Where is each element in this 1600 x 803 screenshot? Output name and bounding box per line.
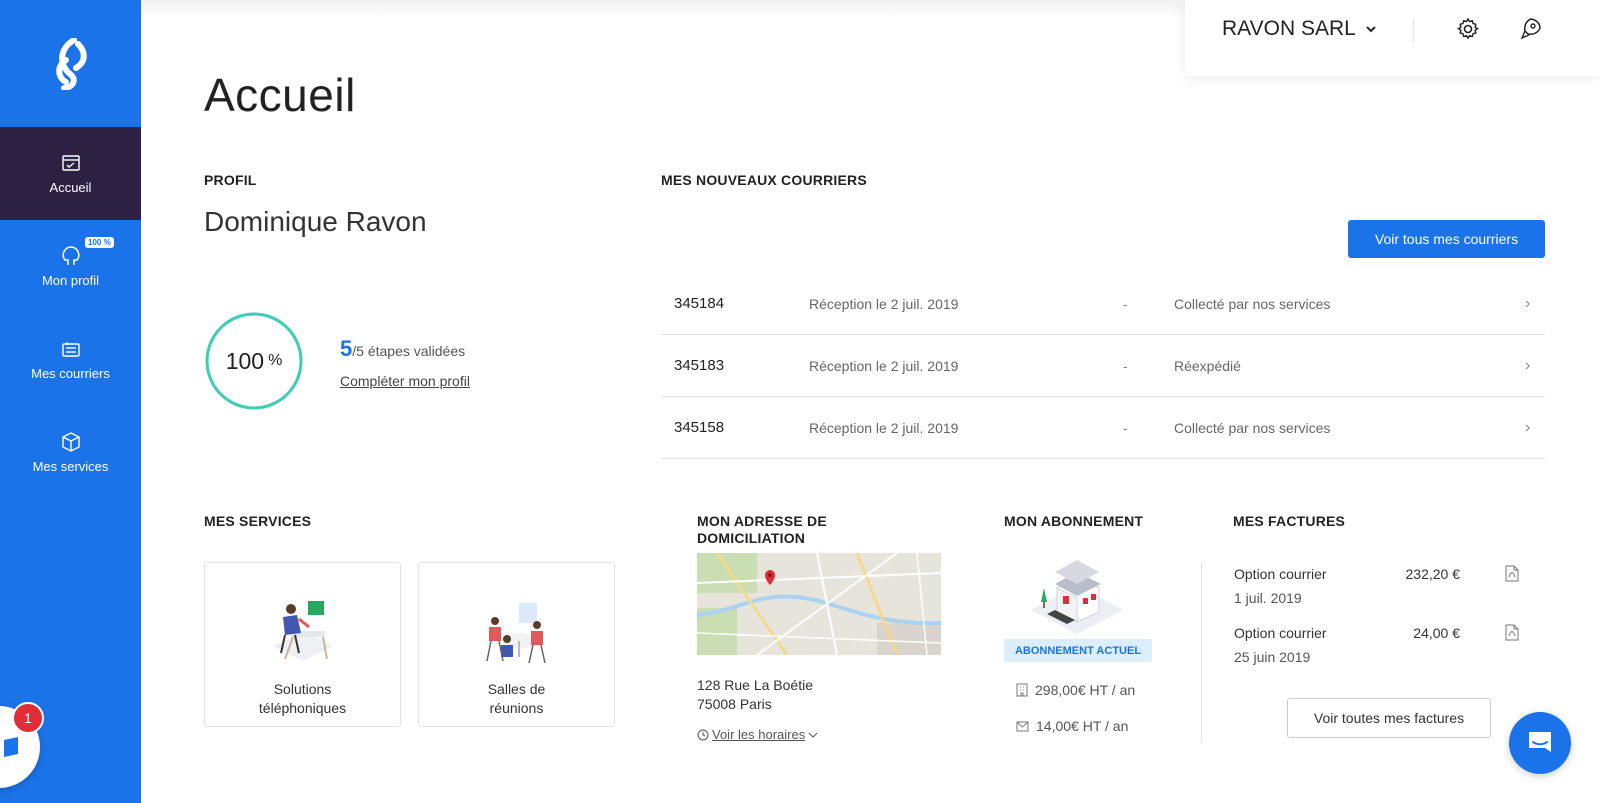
mail-status: Réexpédié: [1174, 357, 1241, 374]
company-selector[interactable]: RAVON SARL: [1222, 17, 1376, 41]
mail-separator: -: [1123, 419, 1128, 436]
invoice-label: Option courrier: [1234, 566, 1327, 582]
view-hours-label: Voir les horaires: [712, 727, 806, 742]
invoice-amount: 24,00 €: [1413, 625, 1460, 641]
chevron-down-icon: [808, 732, 818, 738]
pdf-icon[interactable]: [1505, 565, 1519, 582]
mail-row[interactable]: 345184 Réception le 2 juil. 2019 - Colle…: [661, 273, 1545, 335]
profile-section-title: PROFIL: [204, 172, 257, 188]
page-title: Accueil: [204, 69, 356, 121]
mail-separator: -: [1123, 357, 1128, 374]
sidebar-item-label: Mes services: [32, 459, 109, 474]
sidebar-item-label: Accueil: [49, 180, 92, 195]
mail-date: Réception le 2 juil. 2019: [809, 419, 959, 436]
divider: [1413, 18, 1414, 42]
subscription-illustration: [1031, 560, 1123, 634]
address-line2: 75008 Paris: [697, 696, 772, 712]
meeting-rooms-illustration: [486, 603, 546, 664]
address-text: 128 Rue La Boétie 75008 Paris: [697, 676, 813, 714]
sidebar: Accueil 100 % Mon profil Mes courriers M…: [0, 0, 141, 803]
steps-text: /5 étapes validées: [352, 343, 466, 359]
invoices-section-title: MES FACTURES: [1233, 513, 1346, 529]
address-map[interactable]: [697, 553, 941, 655]
service-label: Solutions téléphoniques: [258, 681, 347, 716]
invoice-date: 25 juin 2019: [1234, 649, 1311, 665]
service-card-phone[interactable]: Solutions téléphoniques: [204, 562, 401, 727]
subscription-price: 298,00€ HT / an: [1016, 682, 1135, 698]
invoice-date: 1 juil. 2019: [1234, 590, 1302, 606]
sidebar-item-label: Mes courriers: [31, 366, 110, 381]
logo-icon: [55, 37, 87, 90]
box-icon: [60, 431, 82, 453]
mail-status: Collecté par nos services: [1174, 295, 1331, 312]
invoice-label: Option courrier: [1234, 625, 1327, 641]
subscription-section-title: MON ABONNEMENT: [1004, 513, 1144, 529]
home-icon: [60, 152, 82, 174]
top-bar: RAVON SARL: [1185, 0, 1600, 76]
invoice-amount: 232,20 €: [1405, 566, 1461, 582]
chevron-right-icon: ›: [1525, 294, 1531, 312]
profile-completion-badge: 100 %: [85, 237, 114, 248]
mail-date: Réception le 2 juil. 2019: [809, 357, 959, 374]
company-name: RAVON SARL: [1222, 17, 1356, 40]
service-card-meeting-rooms[interactable]: Salles de réunions: [418, 562, 615, 727]
chevron-right-icon: ›: [1525, 356, 1531, 374]
chat-notification-badge: 1: [12, 702, 44, 734]
map-image: [697, 553, 941, 655]
sidebar-item-mes-services[interactable]: Mes services: [0, 406, 141, 499]
top-shadow: [141, 0, 1185, 18]
phone-solutions-illustration: [273, 601, 333, 661]
progress-number: 100: [225, 347, 265, 374]
profile-name: Dominique Ravon: [204, 206, 427, 237]
clock-icon: [697, 729, 709, 740]
mail-number: 345158: [674, 419, 725, 436]
view-hours-link[interactable]: Voir les horaires: [697, 727, 818, 742]
mail-option-price: 14,00€ HT / an: [1016, 718, 1128, 734]
mail-row[interactable]: 345183 Réception le 2 juil. 2019 - Réexp…: [661, 335, 1545, 397]
chat-button[interactable]: [1509, 712, 1571, 774]
service-label: Salles de réunions: [487, 681, 546, 716]
mail-number: 345183: [674, 357, 725, 374]
book-icon: [4, 737, 18, 757]
mail-icon: [60, 338, 82, 360]
sidebar-item-accueil[interactable]: Accueil: [0, 127, 141, 220]
divider: [1201, 562, 1202, 743]
sidebar-item-mon-profil[interactable]: 100 % Mon profil: [0, 220, 141, 313]
mail-option-price-value: 14,00€ HT / an: [1036, 718, 1129, 734]
mail-separator: -: [1123, 295, 1128, 312]
mail-status: Collecté par nos services: [1174, 419, 1331, 436]
app-logo[interactable]: [0, 0, 141, 127]
envelope-icon: [1016, 721, 1029, 731]
address-section-title: MON ADRESSE DE DOMICILIATION: [697, 513, 827, 546]
mail-date: Réception le 2 juil. 2019: [809, 295, 959, 312]
sidebar-item-mes-courriers[interactable]: Mes courriers: [0, 313, 141, 406]
profile-steps: 5/5 étapes validées: [340, 336, 465, 362]
address-line1: 128 Rue La Boétie: [697, 677, 813, 693]
current-subscription-badge: ABONNEMENT ACTUEL: [1004, 639, 1152, 662]
services-section-title: MES SERVICES: [204, 513, 312, 529]
chevron-down-icon: [1366, 25, 1376, 32]
mail-number: 345184: [674, 295, 725, 312]
view-all-mail-button[interactable]: Voir tous mes courriers: [1348, 220, 1545, 258]
chat-icon: [1529, 732, 1551, 752]
view-all-invoices-button[interactable]: Voir toutes mes factures: [1287, 698, 1491, 738]
pdf-icon[interactable]: [1505, 624, 1519, 641]
building-icon: [1016, 683, 1028, 697]
complete-profile-link[interactable]: Compléter mon profil: [340, 373, 470, 389]
profile-icon: [60, 245, 82, 267]
subscription-price-value: 298,00€ HT / an: [1035, 682, 1136, 698]
steps-done: 5: [340, 336, 353, 361]
gear-icon[interactable]: [1456, 17, 1480, 41]
mail-section-title: MES NOUVEAUX COURRIERS: [661, 172, 867, 188]
progress-unit: %: [268, 352, 283, 369]
sidebar-item-label: Mon profil: [41, 273, 100, 288]
mail-row[interactable]: 345158 Réception le 2 juil. 2019 - Colle…: [661, 397, 1545, 459]
profile-progress-value: 100%: [204, 311, 304, 411]
help-icon[interactable]: [1519, 17, 1543, 41]
chevron-right-icon: ›: [1525, 418, 1531, 436]
